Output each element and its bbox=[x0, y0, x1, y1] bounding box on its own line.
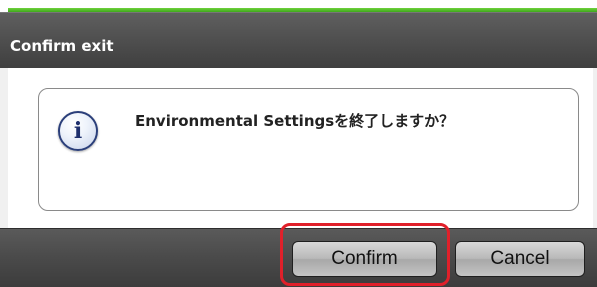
dialog-titlebar: Confirm exit bbox=[0, 12, 597, 68]
top-accent-bar bbox=[0, 0, 597, 12]
info-icon: i bbox=[58, 111, 98, 151]
confirm-exit-dialog: Confirm exit i Environmental Settingsを終了… bbox=[0, 0, 597, 287]
dialog-title: Confirm exit bbox=[10, 37, 114, 55]
cancel-button[interactable]: Cancel bbox=[455, 241, 585, 277]
message-box: i Environmental Settingsを終了しますか？ bbox=[38, 88, 579, 211]
info-icon-glyph: i bbox=[73, 118, 83, 144]
dialog-body: i Environmental Settingsを終了しますか？ bbox=[0, 68, 597, 228]
dialog-footer: Confirm Cancel bbox=[0, 228, 597, 287]
confirm-message: Environmental Settingsを終了しますか？ bbox=[135, 112, 455, 130]
confirm-button[interactable]: Confirm bbox=[292, 241, 437, 277]
